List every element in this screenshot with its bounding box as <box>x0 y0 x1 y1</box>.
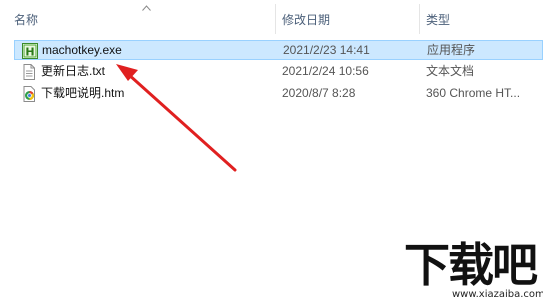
watermark-url: www.xiazaiba.com <box>452 289 543 300</box>
watermark-logo: 下载吧 <box>404 238 538 292</box>
